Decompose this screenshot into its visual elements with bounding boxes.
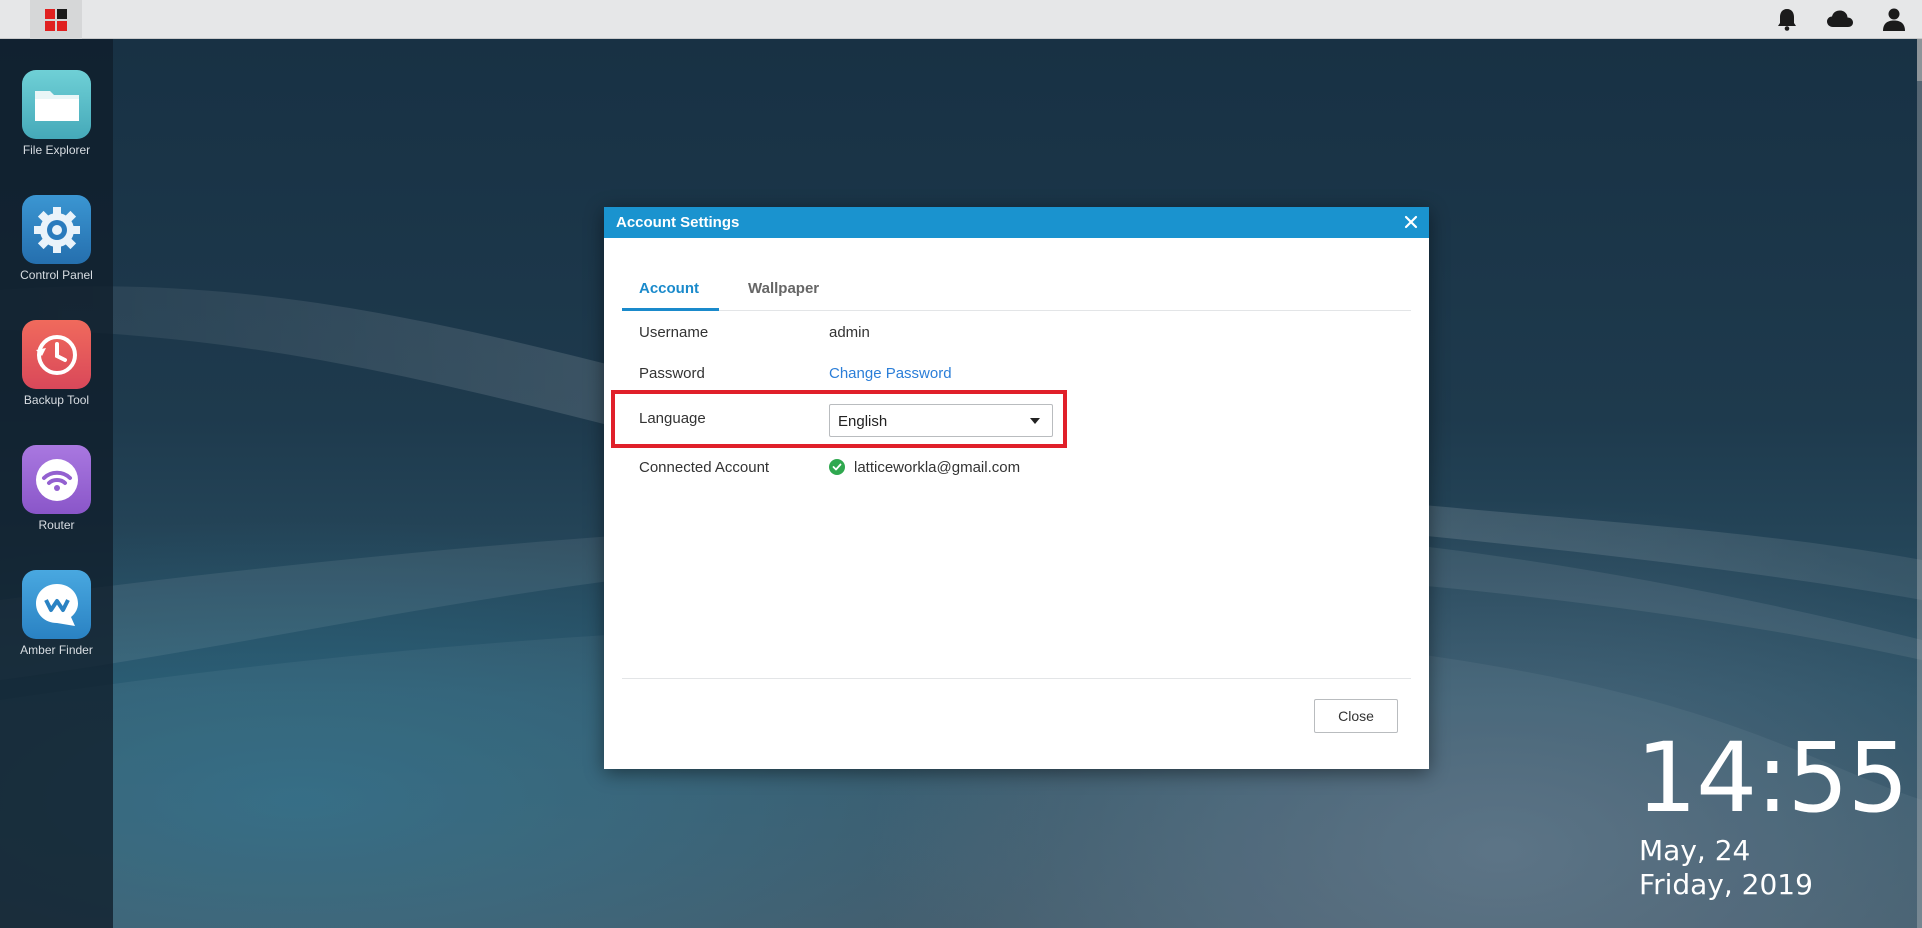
footer-divider: [622, 678, 1411, 679]
tab-wallpaper[interactable]: Wallpaper: [748, 280, 819, 297]
app-file-explorer[interactable]: File Explorer: [0, 70, 113, 157]
start-button[interactable]: [30, 0, 82, 39]
password-label: Password: [639, 365, 705, 382]
app-label-file-explorer: File Explorer: [22, 143, 91, 157]
user-icon[interactable]: [1878, 3, 1910, 35]
cloud-icon[interactable]: [1824, 3, 1856, 35]
gear-icon: [22, 195, 91, 264]
clock-day-year: Friday, 2019: [1639, 868, 1813, 901]
app-label-control-panel: Control Panel: [20, 268, 93, 282]
wifi-icon: [22, 445, 91, 514]
app-sidebar: File Explorer Control Panel Backup Tool: [0, 39, 113, 928]
clock-backup-icon: [22, 320, 91, 389]
folder-icon: [22, 70, 91, 139]
scrollbar-track[interactable]: [1917, 39, 1922, 928]
clock-date: May, 24: [1639, 834, 1751, 867]
dialog-header: Account Settings: [604, 207, 1429, 238]
app-backup-tool[interactable]: Backup Tool: [0, 320, 113, 407]
app-label-router: Router: [38, 518, 75, 532]
change-password-link[interactable]: Change Password: [829, 365, 952, 382]
app-amber-finder[interactable]: Amber Finder: [0, 570, 113, 657]
scrollbar-thumb[interactable]: [1917, 39, 1922, 81]
taskbar: [0, 0, 1922, 39]
language-selected-value: English: [838, 413, 888, 430]
app-label-amber-finder: Amber Finder: [20, 643, 93, 657]
dialog-title: Account Settings: [616, 214, 740, 231]
app-control-panel[interactable]: Control Panel: [0, 195, 113, 282]
app-router[interactable]: Router: [0, 445, 113, 532]
language-label: Language: [639, 410, 706, 427]
tab-account[interactable]: Account: [639, 280, 699, 297]
connected-account-label: Connected Account: [639, 459, 770, 476]
close-button[interactable]: Close: [1314, 699, 1398, 733]
check-circle-icon: [829, 459, 845, 475]
clock-time: 14:55: [1636, 722, 1909, 834]
close-icon[interactable]: [1401, 212, 1421, 232]
app-label-backup-tool: Backup Tool: [23, 393, 90, 407]
language-select[interactable]: English: [829, 404, 1053, 437]
bell-icon[interactable]: [1771, 3, 1803, 35]
caret-down-icon: [1030, 418, 1040, 424]
connected-account-email: latticeworkla@gmail.com: [854, 459, 1021, 476]
username-label: Username: [639, 324, 709, 341]
active-tab-indicator: [622, 308, 719, 311]
chat-bubble-icon: [22, 570, 91, 639]
grid-logo-icon: [45, 8, 67, 31]
account-settings-dialog: Account Settings Account Wallpaper Usern…: [604, 207, 1429, 769]
tab-bar: Account Wallpaper: [622, 267, 1411, 311]
username-value: admin: [829, 324, 870, 341]
